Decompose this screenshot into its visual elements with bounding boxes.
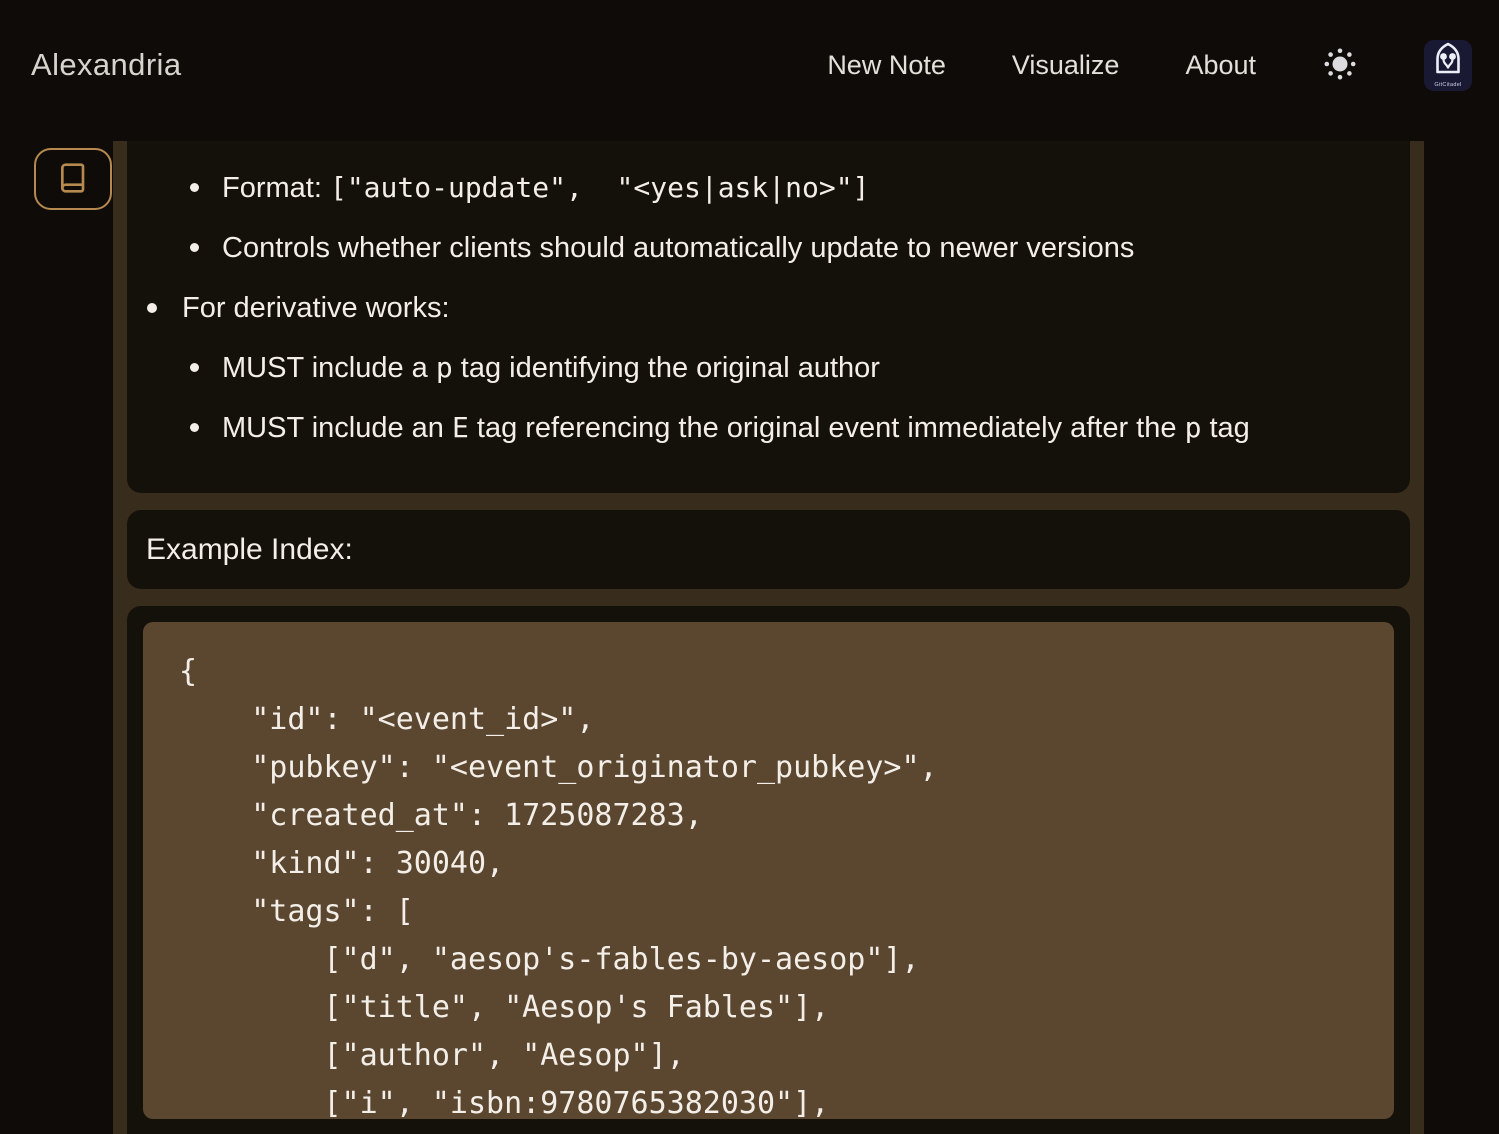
bullet-icon bbox=[190, 183, 199, 192]
spec-rules-panel: Format: ["auto-update", "<yes|ask|no>"] C… bbox=[127, 141, 1410, 493]
top-navbar: Alexandria New Note Visualize About bbox=[0, 0, 1499, 130]
example-code-panel: { "id": "<event_id>", "pubkey": "<event_… bbox=[127, 606, 1410, 1134]
inline-code: ["auto-update", "<yes|ask|no>"] bbox=[330, 171, 869, 204]
library-book-button[interactable] bbox=[34, 148, 112, 210]
list-item-text: Controls whether clients should automati… bbox=[222, 232, 1134, 264]
nav-link-visualize[interactable]: Visualize bbox=[1012, 50, 1120, 81]
nav-links: New Note Visualize About bbox=[827, 40, 1472, 91]
code-line: ["d", "aesop's-fables-by-aesop"], bbox=[179, 936, 1374, 984]
list-item-text: MUST include an bbox=[222, 412, 452, 444]
list-item-text: tag identifying the original author bbox=[453, 352, 880, 384]
inline-code: E bbox=[452, 411, 469, 444]
code-line: "kind": 30040, bbox=[179, 840, 1374, 888]
code-lines: { "id": "<event_id>", "pubkey": "<event_… bbox=[179, 648, 1374, 1119]
example-index-label: Example Index: bbox=[146, 533, 353, 567]
example-index-panel: Example Index: bbox=[127, 510, 1410, 589]
code-line: "tags": [ bbox=[179, 888, 1374, 936]
code-line: { bbox=[179, 648, 1374, 696]
nav-link-about[interactable]: About bbox=[1185, 50, 1256, 81]
list-item-text: MUST include a bbox=[222, 352, 436, 384]
list-item: Format: ["auto-update", "<yes|ask|no>"] bbox=[127, 171, 1386, 205]
gitcitadel-shield-icon bbox=[1424, 42, 1472, 83]
book-icon bbox=[57, 161, 89, 198]
bullet-icon bbox=[190, 363, 199, 372]
list-item: MUST include a p tag identifying the ori… bbox=[127, 351, 1386, 385]
bullet-icon bbox=[190, 243, 199, 252]
code-line: ["i", "isbn:9780765382030"], bbox=[179, 1080, 1374, 1119]
code-line: "created_at": 1725087283, bbox=[179, 792, 1374, 840]
list-item-text: tag referencing the original event immed… bbox=[469, 412, 1185, 444]
gitcitadel-logo-caption: GitCitadel bbox=[1434, 82, 1461, 88]
theme-toggle-button[interactable] bbox=[1322, 47, 1358, 83]
list-item-text: tag bbox=[1201, 412, 1249, 444]
json-code-block: { "id": "<event_id>", "pubkey": "<event_… bbox=[143, 622, 1394, 1119]
nav-link-new-note[interactable]: New Note bbox=[827, 50, 946, 81]
gitcitadel-logo[interactable]: GitCitadel bbox=[1424, 40, 1472, 91]
list-item: MUST include an E tag referencing the or… bbox=[127, 411, 1386, 445]
list-item: Controls whether clients should automati… bbox=[127, 231, 1386, 265]
code-line: ["title", "Aesop's Fables"], bbox=[179, 984, 1374, 1032]
document-scroll-area[interactable]: Format: ["auto-update", "<yes|ask|no>"] C… bbox=[113, 141, 1424, 1134]
code-line: ["author", "Aesop"], bbox=[179, 1032, 1374, 1080]
rule-list: Format: ["auto-update", "<yes|ask|no>"] C… bbox=[127, 171, 1386, 445]
list-item-text: Format: bbox=[222, 172, 330, 204]
code-line: "id": "<event_id>", bbox=[179, 696, 1374, 744]
code-line: "pubkey": "<event_originator_pubkey>", bbox=[179, 744, 1374, 792]
inline-code: p bbox=[436, 351, 453, 384]
sun-icon bbox=[1322, 46, 1358, 85]
list-item-text: For derivative works: bbox=[182, 292, 450, 324]
bullet-icon bbox=[147, 303, 157, 313]
bullet-icon bbox=[190, 423, 199, 432]
list-item: For derivative works: bbox=[127, 291, 1386, 325]
app-brand[interactable]: Alexandria bbox=[31, 47, 181, 83]
inline-code: p bbox=[1185, 411, 1202, 444]
